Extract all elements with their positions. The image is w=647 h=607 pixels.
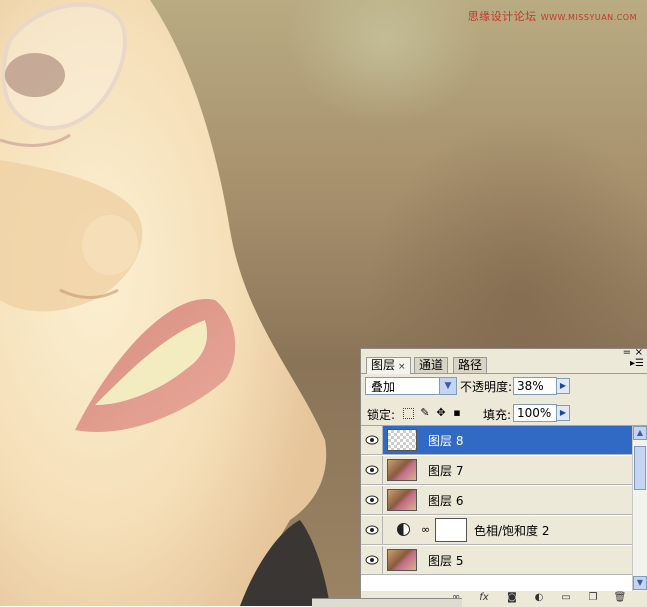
tab-channels-label: 通道 [419, 358, 444, 372]
layer-thumbnail [387, 549, 417, 571]
scroll-down-icon[interactable]: ▼ [633, 576, 647, 590]
watermark-url: WWW.MISSYUAN.COM [540, 13, 637, 22]
lock-row: 锁定: ✎ ✥ ▪ 填充: 100% ▶ [361, 401, 647, 426]
new-layer-icon[interactable]: ❐ [586, 592, 600, 604]
lock-paint-brush-icon[interactable]: ✎ [419, 407, 431, 419]
chevron-down-icon[interactable]: ▼ [439, 378, 456, 394]
tab-close-icon[interactable]: × [398, 362, 406, 372]
blend-mode-value: 叠加 [371, 380, 396, 394]
layers-panel: = × 图层 × 通道 路径 ▸☰ 叠加 ▼ 不透明度: 38% ▶ 锁定: ✎ … [360, 348, 647, 607]
panel-menu-icon[interactable]: ▸☰ [630, 358, 644, 369]
lock-all-icon[interactable]: ▪ [451, 407, 463, 419]
chain-link-icon[interactable]: ∞ [421, 523, 430, 536]
visibility-eye-icon[interactable] [361, 546, 383, 574]
layer-row-5[interactable]: 图层 5 [361, 546, 632, 575]
fill-slider-arrow-icon[interactable]: ▶ [556, 405, 570, 421]
adjustment-layer-icon [397, 523, 410, 536]
adjustment-layer-icon[interactable]: ◐ [532, 592, 546, 604]
scroll-thumb[interactable] [634, 446, 646, 490]
layer-name[interactable]: 色相/饱和度 2 [474, 523, 550, 539]
tab-layers[interactable]: 图层 × [366, 357, 411, 374]
layer-thumbnail [387, 489, 417, 511]
layer-name[interactable]: 图层 8 [428, 433, 463, 449]
layers-scrollbar[interactable]: ▲ ▼ [632, 426, 647, 591]
watermark-text: 思缘设计论坛 [467, 10, 537, 23]
watermark: 思缘设计论坛 WWW.MISSYUAN.COM [468, 8, 637, 24]
fx-icon[interactable]: fx [477, 592, 491, 604]
layer-row-hue-saturation-2[interactable]: ∞ 色相/饱和度 2 [361, 516, 632, 545]
tab-paths-label: 路径 [458, 358, 483, 372]
panel-tabs: 图层 × 通道 路径 ▸☰ [361, 357, 647, 374]
layer-name[interactable]: 图层 5 [428, 553, 463, 569]
delete-icon[interactable]: 🗑 [613, 592, 627, 604]
tab-channels[interactable]: 通道 [414, 357, 449, 373]
visibility-eye-icon[interactable] [361, 426, 383, 454]
lock-label: 锁定: [367, 408, 396, 422]
blend-mode-select[interactable]: 叠加 ▼ [365, 377, 457, 395]
scroll-up-icon[interactable]: ▲ [633, 426, 647, 440]
layer-name[interactable]: 图层 7 [428, 463, 463, 479]
tab-layers-label: 图层 [371, 358, 396, 372]
fill-input[interactable]: 100% [513, 404, 557, 422]
layer-mask-thumbnail[interactable] [435, 518, 467, 542]
lock-transparency-icon[interactable] [403, 408, 414, 419]
lock-move-icon[interactable]: ✥ [435, 407, 447, 419]
opacity-slider-arrow-icon[interactable]: ▶ [556, 378, 570, 394]
layer-name[interactable]: 图层 6 [428, 493, 463, 509]
layer-thumbnail [387, 429, 417, 451]
tab-paths[interactable]: 路径 [453, 357, 488, 373]
layer-row-6[interactable]: 图层 6 [361, 486, 632, 515]
layer-thumbnail [387, 459, 417, 481]
opacity-label: 不透明度: [460, 380, 513, 394]
visibility-eye-icon[interactable] [361, 486, 383, 514]
blend-row: 叠加 ▼ 不透明度: 38% ▶ [361, 375, 647, 399]
fill-label: 填充: [483, 408, 512, 422]
visibility-eye-icon[interactable] [361, 516, 383, 544]
add-mask-icon[interactable]: ◙ [505, 592, 519, 604]
layer-row-8[interactable]: 图层 8 [361, 426, 632, 455]
visibility-eye-icon[interactable] [361, 456, 383, 484]
layer-row-7[interactable]: 图层 7 [361, 456, 632, 485]
new-group-icon[interactable]: ▭ [559, 592, 573, 604]
opacity-input[interactable]: 38% [513, 377, 557, 395]
layer-list: 图层 8 图层 7 图层 6 ∞ 色相/饱和度 2 图层 5 [361, 426, 632, 591]
